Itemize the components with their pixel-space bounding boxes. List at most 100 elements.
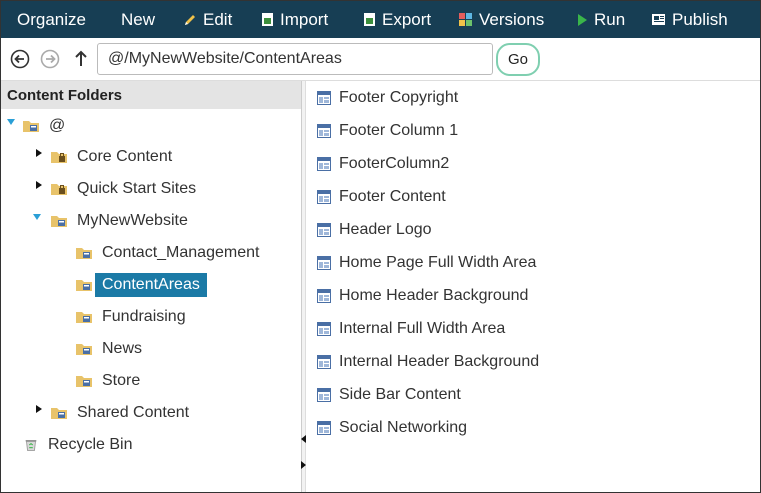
tree-item-quick-start-sites[interactable]: Quick Start Sites	[50, 175, 203, 203]
content-area-icon	[317, 190, 331, 204]
collapse-left-arrow-icon[interactable]	[301, 435, 306, 443]
content-area-icon	[317, 223, 331, 237]
content-item-label: FooterColumn2	[339, 155, 450, 172]
content-item[interactable]: Home Header Background	[317, 283, 528, 309]
publish-button[interactable]: Publish	[651, 1, 728, 38]
folder-icon	[51, 216, 67, 227]
content-area-icon	[317, 421, 331, 435]
tree-item-label: Fundraising	[102, 308, 186, 325]
content-item-label: Header Logo	[339, 221, 432, 238]
new-label: New	[121, 9, 156, 29]
tree-item-label: Recycle Bin	[48, 436, 133, 453]
import-button[interactable]: Import	[261, 1, 328, 38]
content-area-icon	[317, 91, 331, 105]
edit-button[interactable]: Edit	[183, 1, 232, 38]
tree-item-store[interactable]: Store	[75, 367, 147, 395]
edit-label: Edit	[203, 9, 233, 29]
tree-item-mynewwebsite[interactable]: MyNewWebsite	[50, 207, 195, 235]
tree-item-label: Shared Content	[77, 404, 190, 421]
back-icon[interactable]	[10, 49, 30, 69]
collapsed-triangle-icon[interactable]	[34, 404, 44, 414]
content-item-label: Internal Header Background	[339, 353, 540, 370]
path-input[interactable]	[97, 43, 493, 75]
content-area-icon	[317, 157, 331, 171]
content-item-label: Home Header Background	[339, 287, 529, 304]
tree-item-news[interactable]: News	[75, 335, 149, 363]
tree-item-label: News	[102, 340, 143, 357]
content-folders-pane: Content Folders @ Core Content Quick Sta…	[1, 81, 302, 492]
content-item[interactable]: Social Networking	[317, 415, 467, 441]
new-button[interactable]: New	[121, 1, 155, 38]
locked-folder-icon	[51, 184, 67, 195]
content-item[interactable]: Footer Content	[317, 184, 446, 210]
content-item-label: Footer Content	[339, 188, 446, 205]
content-item-label: Footer Copyright	[339, 89, 459, 106]
content-item[interactable]: Footer Copyright	[317, 85, 458, 111]
tree-item-label: @	[49, 117, 66, 134]
tree-item-root[interactable]: @	[22, 112, 72, 140]
go-button[interactable]: Go	[496, 43, 540, 76]
forward-icon[interactable]	[40, 49, 60, 69]
play-icon	[578, 13, 587, 26]
folder-icon	[23, 121, 39, 132]
tree-item-fundraising[interactable]: Fundraising	[75, 303, 193, 331]
content-area-icon	[317, 388, 331, 402]
pane-splitter[interactable]	[302, 81, 306, 492]
content-item[interactable]: Footer Column 1	[317, 118, 458, 144]
expand-right-arrow-icon[interactable]	[301, 461, 306, 469]
toolbar: Organize New Edit Import Export Versions…	[1, 1, 760, 38]
pencil-icon	[185, 14, 195, 25]
tree-item-contact-management[interactable]: Contact_Management	[75, 239, 266, 267]
content-item[interactable]: Side Bar Content	[317, 382, 461, 408]
run-label: Run	[594, 9, 626, 29]
app-window: Organize New Edit Import Export Versions…	[0, 0, 761, 493]
content-item[interactable]: FooterColumn2	[317, 151, 449, 177]
export-button[interactable]: Export	[363, 1, 431, 38]
tree-item-label: Contact_Management	[102, 244, 260, 261]
import-label: Import	[280, 9, 329, 29]
tree-item-contentareas[interactable]: ContentAreas	[75, 271, 207, 299]
folder-icon	[76, 248, 92, 259]
publish-icon	[652, 14, 665, 25]
address-bar: Go	[1, 38, 760, 81]
export-icon	[364, 13, 375, 26]
content-item[interactable]: Internal Header Background	[317, 349, 539, 375]
collapsed-triangle-icon[interactable]	[34, 148, 44, 158]
content-area-icon	[317, 289, 331, 303]
content-area-icon	[317, 322, 331, 336]
content-folders-header: Content Folders	[1, 81, 301, 109]
tree-item-shared-content[interactable]: Shared Content	[50, 399, 196, 427]
tree-item-label: ContentAreas	[95, 273, 207, 297]
locked-folder-icon	[51, 152, 67, 163]
expanded-triangle-icon[interactable]	[32, 212, 42, 222]
publish-label: Publish	[672, 9, 728, 29]
tree-item-label: Quick Start Sites	[77, 180, 197, 197]
collapsed-triangle-icon[interactable]	[34, 180, 44, 190]
folder-icon	[76, 280, 92, 291]
tree-item-recycle-bin[interactable]: Recycle Bin	[23, 431, 139, 459]
tree-item-core-content[interactable]: Core Content	[50, 143, 179, 171]
tree-item-label: Store	[102, 372, 141, 389]
content-area-icon	[317, 124, 331, 138]
import-icon	[262, 13, 273, 26]
content-item[interactable]: Home Page Full Width Area	[317, 250, 536, 276]
content-item[interactable]: Header Logo	[317, 217, 432, 243]
content-item[interactable]: Internal Full Width Area	[317, 316, 505, 342]
tree-item-label: Core Content	[77, 148, 173, 165]
versions-button[interactable]: Versions	[458, 1, 544, 38]
folder-icon	[51, 408, 67, 419]
recycle-bin-icon	[25, 440, 37, 451]
organize-button[interactable]: Organize	[17, 1, 86, 38]
export-label: Export	[382, 9, 432, 29]
content-list-pane: Footer Copyright Footer Column 1 FooterC…	[307, 81, 760, 492]
up-arrow-icon[interactable]	[71, 49, 91, 69]
tree-item-label: MyNewWebsite	[77, 212, 188, 229]
expanded-triangle-icon[interactable]	[6, 117, 16, 127]
content-item-label: Internal Full Width Area	[339, 320, 506, 337]
folder-icon	[76, 376, 92, 387]
content-item-label: Social Networking	[339, 419, 468, 436]
folder-icon	[76, 312, 92, 323]
content-area-icon	[317, 256, 331, 270]
run-button[interactable]: Run	[576, 1, 625, 38]
content-item-label: Footer Column 1	[339, 122, 459, 139]
